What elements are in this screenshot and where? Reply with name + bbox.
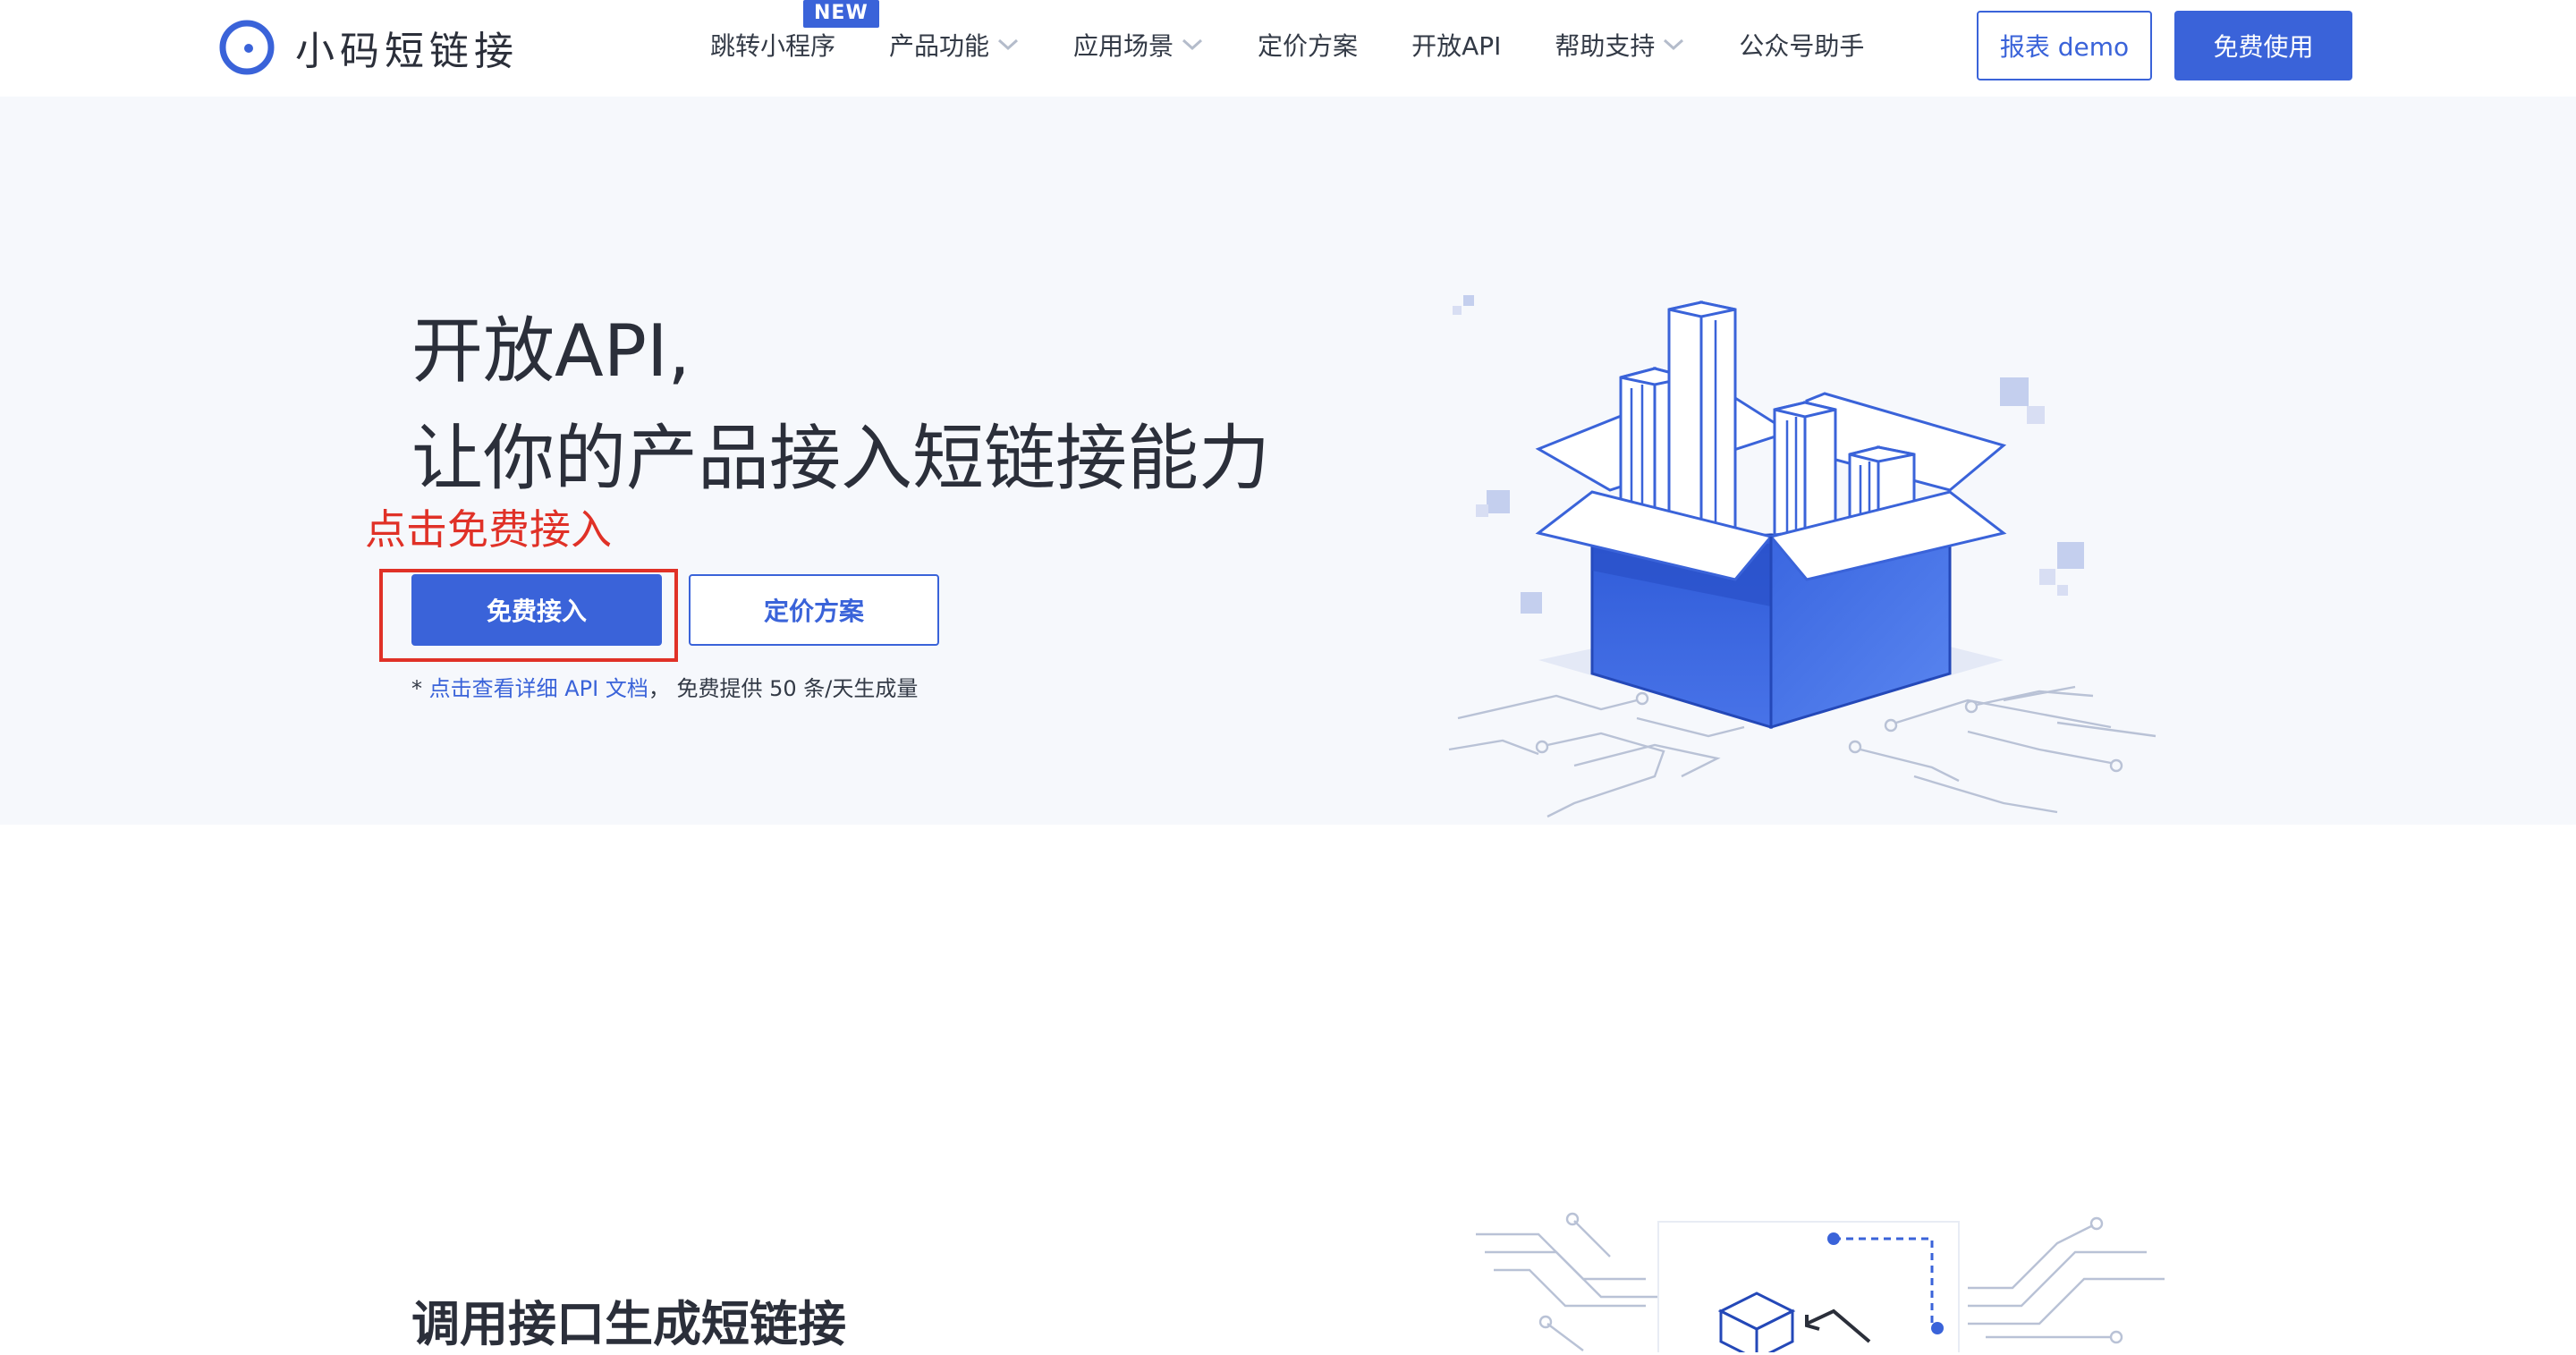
nav-item-open-api[interactable]: 开放API: [1411, 27, 1501, 63]
section-title: 调用接口生成短链接: [411, 1296, 846, 1352]
nav-item-label: 帮助支持: [1555, 31, 1656, 61]
hero-section: 开放API, 让你的产品接入短链接能力 点击免费接入 免费接入 定价方案 * 点…: [0, 97, 2576, 825]
chevron-down-icon: [998, 38, 1019, 51]
nav-item-mini-program[interactable]: 跳转小程序 NEW: [710, 0, 879, 63]
annotation-label: 点击免费接入: [365, 505, 612, 554]
free-join-button[interactable]: 免费接入: [411, 574, 662, 646]
note-prefix: *: [411, 676, 429, 701]
nav-item-product-features[interactable]: 产品功能: [889, 27, 1020, 63]
brand-name: 小码短链接: [295, 29, 519, 74]
nav-item-wechat-assistant[interactable]: 公众号助手: [1739, 27, 1864, 63]
report-demo-button[interactable]: 报表 demo: [1977, 11, 2152, 80]
nav-item-label: 应用场景: [1073, 31, 1174, 61]
free-quota-text: 免费提供 50 条/天生成量: [676, 676, 919, 701]
hero-title-line-2: 让你的产品接入短链接能力: [411, 417, 1270, 500]
circuit-illustration: [1476, 1212, 2165, 1352]
main-nav: 跳转小程序 NEW 产品功能 应用场景 定价方案 开放API 帮助支持 公众号助…: [710, 0, 1918, 63]
open-box-illustration: [1448, 295, 2157, 818]
hero-title-line-1: 开放API,: [411, 309, 691, 393]
nav-item-label: 开放API: [1411, 31, 1502, 61]
api-doc-note: * 点击查看详细 API 文档， 免费提供 50 条/天生成量: [411, 671, 918, 702]
nav-item-label: 定价方案: [1258, 31, 1359, 61]
nav-item-use-cases[interactable]: 应用场景: [1073, 27, 1204, 63]
top-header: 小码短链接 跳转小程序 NEW 产品功能 应用场景 定价方案 开放API 帮助支…: [0, 0, 2576, 97]
logo-icon: [219, 20, 275, 75]
nav-item-pricing[interactable]: 定价方案: [1258, 27, 1358, 63]
nav-item-help-support[interactable]: 帮助支持: [1555, 27, 1685, 63]
nav-item-label: 公众号助手: [1739, 31, 1865, 61]
hero-title: 开放API, 让你的产品接入短链接能力: [411, 298, 1270, 512]
chevron-down-icon: [1182, 38, 1203, 51]
nav-item-label: 产品功能: [889, 31, 990, 61]
brand-logo[interactable]: 小码短链接: [218, 18, 519, 77]
api-doc-link[interactable]: 点击查看详细 API 文档: [429, 676, 648, 701]
new-badge: NEW: [803, 0, 879, 28]
chevron-down-icon: [1664, 38, 1684, 51]
free-use-button[interactable]: 免费使用: [2174, 11, 2352, 80]
note-separator: ，: [648, 676, 670, 701]
nav-item-label: 跳转小程序: [710, 31, 836, 61]
pricing-plan-button[interactable]: 定价方案: [689, 574, 939, 646]
